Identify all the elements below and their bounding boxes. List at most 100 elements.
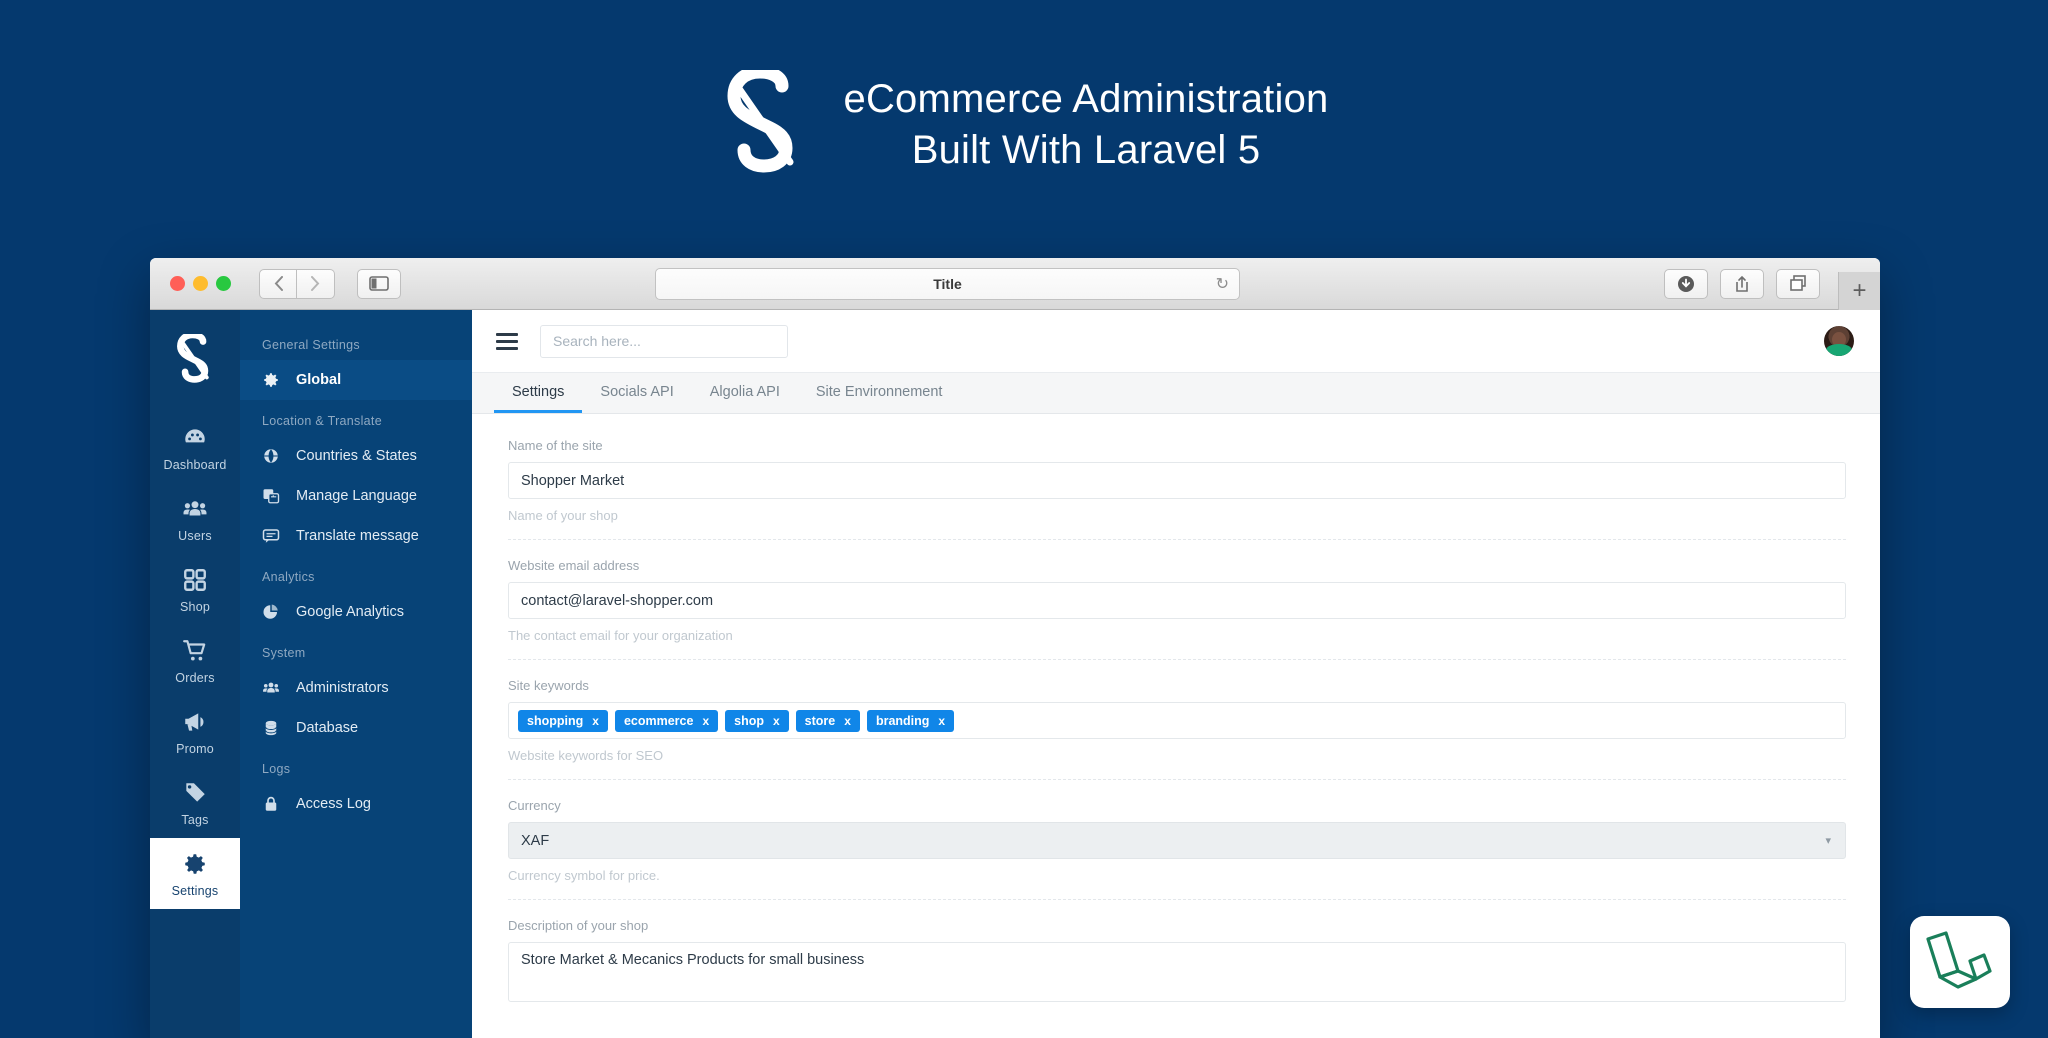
field-label: Site keywords (508, 678, 589, 693)
user-avatar[interactable] (1824, 326, 1854, 356)
field-label: Currency (508, 798, 561, 813)
rail-item-promo[interactable]: Promo (150, 696, 240, 767)
field-description: Description of your shop Store Market & … (508, 918, 1846, 1023)
subnav-item-access-log[interactable]: Access Log (240, 784, 472, 824)
globe-icon (262, 447, 280, 465)
subnav-section-title: Location & Translate (262, 414, 382, 428)
lock-icon (262, 795, 280, 813)
settings-subnav: General Settings Global Location & Trans… (240, 310, 472, 1038)
maximize-window-button[interactable] (216, 276, 231, 291)
laravel-logo (1926, 931, 1992, 989)
close-window-button[interactable] (170, 276, 185, 291)
search-input[interactable] (540, 324, 788, 358)
users-icon (262, 679, 280, 697)
subnav-item-label: Manage Language (296, 488, 417, 504)
rail-item-label: Dashboard (163, 458, 227, 472)
rail-item-label: Promo (176, 742, 214, 756)
gear-icon (182, 851, 208, 877)
rail-item-shop[interactable]: Shop (150, 554, 240, 625)
promo-line-2: Built With Laravel 5 (911, 128, 1261, 172)
field-help: Currency symbol for price. (508, 868, 660, 883)
keywords-tag-input[interactable]: shopping x ecommerce x shop x store x br… (508, 702, 1846, 739)
browser-titlebar: Title ↻ + (150, 258, 1880, 310)
download-icon[interactable] (1664, 268, 1708, 299)
browser-window: Title ↻ + Dashboard Users Shop Orders Pr… (150, 258, 1880, 1038)
promo-line-1: eCommerce Administration (843, 76, 1329, 121)
show-tabs-icon[interactable] (1776, 268, 1820, 299)
subnav-item-translate-message[interactable]: Translate message (240, 516, 472, 556)
forward-button[interactable] (297, 268, 335, 299)
keyword-tag[interactable]: store x (795, 709, 860, 732)
promo-text: eCommerce Administration Built With Lara… (844, 74, 1329, 176)
window-controls[interactable] (164, 276, 231, 291)
rail-item-orders[interactable]: Orders (150, 625, 240, 696)
subnav-section-title: General Settings (262, 338, 360, 352)
subnav-item-countries-states[interactable]: Countries & States (240, 436, 472, 476)
field-help: Name of your shop (508, 508, 618, 523)
subnav-item-global[interactable]: Global (240, 360, 472, 400)
avatar-shoulder (1826, 344, 1852, 356)
language-icon (262, 487, 280, 505)
remove-tag-icon[interactable]: x (938, 714, 945, 728)
share-icon[interactable] (1720, 268, 1764, 299)
subnav-item-label: Administrators (296, 680, 389, 696)
site-name-input[interactable] (508, 462, 1846, 499)
address-bar[interactable]: Title ↻ (655, 267, 1240, 300)
content-topbar (472, 310, 1880, 372)
back-button[interactable] (259, 268, 297, 299)
laravel-badge (1910, 916, 2010, 1008)
field-site-name: Name of the site Name of your shop (508, 438, 1846, 540)
tab-site-environnement[interactable]: Site Environnement (798, 373, 961, 413)
remove-tag-icon[interactable]: x (702, 714, 709, 728)
minimize-window-button[interactable] (193, 276, 208, 291)
tag-icon (182, 780, 208, 806)
subnav-item-label: Countries & States (296, 448, 417, 464)
message-icon (262, 527, 280, 545)
keyword-tag[interactable]: shop x (725, 709, 789, 732)
chevron-down-icon: ▾ (1825, 835, 1831, 847)
subnav-item-google-analytics[interactable]: Google Analytics (240, 592, 472, 632)
dashboard-gauge-icon (182, 425, 208, 451)
tab-socials-api[interactable]: Socials API (582, 373, 691, 413)
keyword-tag[interactable]: branding x (866, 709, 955, 732)
currency-select[interactable]: XAF ▾ (508, 822, 1846, 859)
shopper-s-logo (172, 331, 218, 386)
remove-tag-icon[interactable]: x (844, 714, 851, 728)
rail-item-dashboard[interactable]: Dashboard (150, 412, 240, 483)
remove-tag-icon[interactable]: x (773, 714, 780, 728)
field-label: Name of the site (508, 438, 603, 453)
remove-tag-icon[interactable]: x (592, 714, 599, 728)
keyword-tag[interactable]: ecommerce x (614, 709, 719, 732)
database-icon (262, 719, 280, 737)
currency-value: XAF (521, 832, 550, 849)
rail-item-tags[interactable]: Tags (150, 767, 240, 838)
rail-item-label: Orders (175, 671, 215, 685)
keyword-tag-label: shop (734, 713, 764, 728)
field-label: Description of your shop (508, 918, 649, 933)
subnav-section-title: System (262, 646, 306, 660)
keyword-tag-label: store (804, 713, 836, 728)
website-email-input[interactable] (508, 582, 1846, 619)
new-tab-button[interactable]: + (1838, 272, 1880, 310)
rail-item-settings[interactable]: Settings (150, 838, 240, 909)
rail-item-users[interactable]: Users (150, 483, 240, 554)
subnav-item-label: Global (296, 372, 342, 388)
sidebar-toggle-icon[interactable] (357, 268, 401, 299)
pie-chart-icon (262, 603, 280, 621)
keyword-tag-label: ecommerce (623, 713, 694, 728)
shopper-s-logo (720, 70, 810, 180)
tab-settings[interactable]: Settings (494, 373, 583, 413)
subnav-item-manage-language[interactable]: Manage Language (240, 476, 472, 516)
reload-icon[interactable]: ↻ (1216, 274, 1229, 294)
description-textarea[interactable]: Store Market & Mecanics Products for sma… (508, 942, 1846, 1002)
subnav-section-title: Logs (262, 762, 291, 776)
subnav-item-administrators[interactable]: Administrators (240, 668, 472, 708)
hamburger-menu-icon[interactable] (496, 332, 518, 350)
keyword-tag[interactable]: shopping x (518, 709, 608, 732)
rail-item-label: Shop (180, 600, 210, 614)
subnav-item-label: Database (296, 720, 359, 736)
settings-tabs: Settings Socials API Algolia API Site En… (472, 372, 1880, 414)
tab-algolia-api[interactable]: Algolia API (692, 373, 798, 413)
grid-icon (182, 567, 208, 593)
subnav-item-database[interactable]: Database (240, 708, 472, 748)
